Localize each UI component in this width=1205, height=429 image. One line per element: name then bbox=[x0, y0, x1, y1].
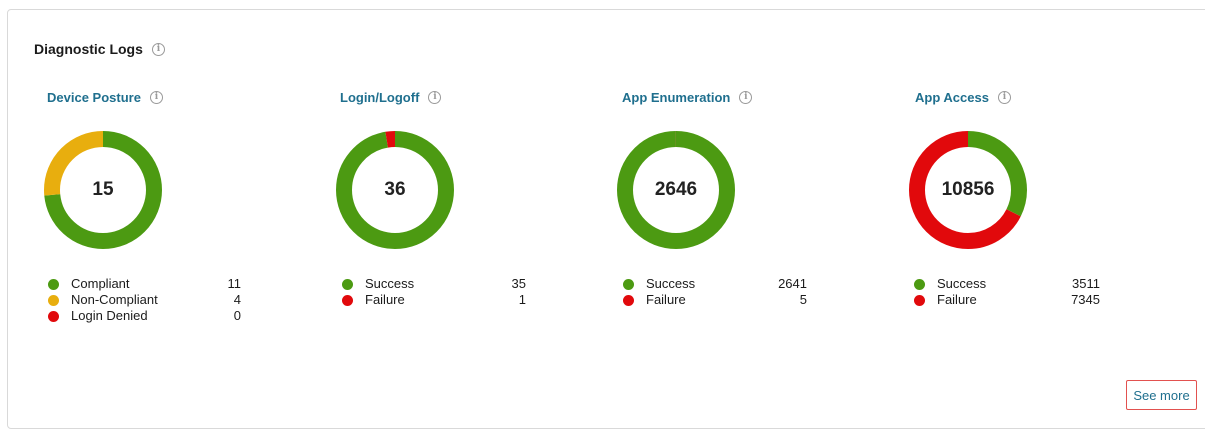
legend-item: Failure 5 bbox=[623, 292, 813, 308]
legend-dot bbox=[914, 295, 925, 306]
legend-item: Success 2641 bbox=[623, 276, 813, 292]
card-title[interactable]: App Enumeration i bbox=[622, 90, 753, 105]
legend-dot bbox=[914, 279, 925, 290]
legend: Success 3511 Failure 7345 bbox=[914, 276, 1104, 308]
legend: Success 35 Failure 1 bbox=[342, 276, 532, 308]
legend-dot bbox=[342, 279, 353, 290]
legend-item: Success 3511 bbox=[914, 276, 1104, 292]
card-app-access: App Access i 10856 Success 3511 Failure … bbox=[0, 0, 1100, 417]
legend-label: Success bbox=[646, 276, 696, 291]
card-title[interactable]: Login/Logoff i bbox=[340, 90, 442, 105]
legend-item: Failure 1 bbox=[342, 292, 532, 308]
legend-value: 2641 bbox=[778, 276, 807, 291]
legend-label: Success bbox=[937, 276, 987, 291]
donut-total: 2646 bbox=[654, 179, 698, 200]
legend-label: Failure bbox=[937, 292, 977, 307]
legend-value: 7345 bbox=[1071, 292, 1100, 307]
donut-total: 36 bbox=[384, 179, 406, 200]
legend-value: 5 bbox=[799, 292, 807, 307]
legend-label: Failure bbox=[365, 292, 405, 307]
legend-label: Failure bbox=[646, 292, 686, 307]
see-more-link[interactable]: See more bbox=[1126, 380, 1197, 410]
info-icon[interactable]: i bbox=[428, 91, 442, 104]
info-icon[interactable]: i bbox=[997, 91, 1011, 104]
card-title-text[interactable]: Login/Logoff bbox=[340, 90, 419, 105]
legend-item: Failure 7345 bbox=[914, 292, 1104, 308]
info-icon[interactable]: i bbox=[739, 91, 753, 104]
legend: Success 2641 Failure 5 bbox=[623, 276, 813, 308]
donut-total: 10856 bbox=[941, 179, 995, 200]
legend-value: 1 bbox=[518, 292, 526, 307]
legend-value: 3511 bbox=[1072, 276, 1100, 291]
legend-dot bbox=[342, 295, 353, 306]
legend-label: Success bbox=[365, 276, 415, 291]
legend-dot bbox=[623, 295, 634, 306]
legend-dot bbox=[623, 279, 634, 290]
legend-value: 35 bbox=[511, 276, 526, 291]
card-title-text[interactable]: App Access bbox=[915, 90, 989, 105]
card-title[interactable]: App Access i bbox=[915, 90, 1011, 105]
legend-item: Success 35 bbox=[342, 276, 532, 292]
card-title-text[interactable]: App Enumeration bbox=[622, 90, 730, 105]
